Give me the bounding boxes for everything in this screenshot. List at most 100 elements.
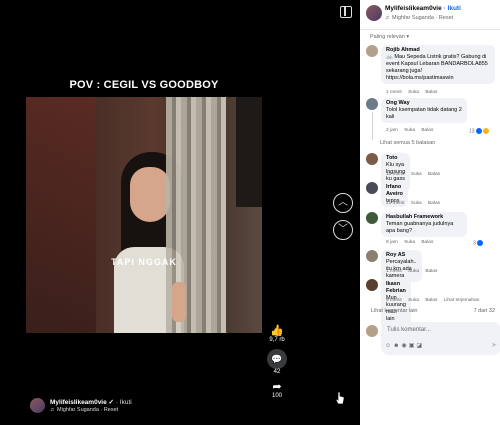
comment-time[interactable]: 9 jam: [386, 240, 398, 245]
comment-time[interactable]: 16 menit: [386, 172, 404, 177]
panel-music[interactable]: ♬ Mighfar Suganda · Reset: [385, 15, 453, 21]
haha-reaction-icon: [482, 128, 489, 134]
video-person-face: [130, 167, 170, 222]
video-scene-red-wall: [26, 97, 96, 333]
share-button[interactable]: ➦ 100: [262, 381, 292, 399]
comment-time[interactable]: 1 menit: [386, 90, 402, 95]
comment-bubble: Rojib Ahmad 🚲 Mau Sepeda Listrik gratis?…: [381, 45, 495, 84]
comment-time[interactable]: 21 menit: [386, 201, 404, 206]
comment-meta: 16 menit Suka Balas: [386, 172, 445, 177]
comment-like-link[interactable]: Suka: [408, 90, 419, 95]
comment-like-link[interactable]: Suka: [404, 240, 415, 245]
commenter-name[interactable]: Toto: [386, 155, 405, 162]
comment-meta: 1 menit Suka Balas: [386, 269, 442, 274]
comment-reply-link[interactable]: Balas: [421, 240, 433, 245]
reaction-summary[interactable]: 3: [473, 240, 483, 246]
comment-input[interactable]: Tulis komentar... ☺☻◉▣◪ ➤: [381, 322, 500, 355]
like-button[interactable]: 👍 9,7 rb: [262, 325, 292, 343]
current-user-avatar: [366, 325, 378, 337]
commenter-avatar[interactable]: [366, 212, 378, 224]
more-comments-link[interactable]: Lihat komentar lain: [371, 308, 417, 314]
comment-time[interactable]: 1 menit: [386, 269, 402, 274]
avatar-sticker-icon[interactable]: ☺: [385, 343, 393, 349]
previous-video-button[interactable]: ︿: [333, 193, 353, 213]
video-hand: [172, 282, 186, 322]
video-player[interactable]: [26, 97, 262, 333]
camera-icon[interactable]: ◉: [401, 343, 408, 349]
comment-bubble: Roy AS Percayalah.. itu krn ada kamera: [381, 250, 422, 282]
thread-line: [372, 112, 373, 140]
verified-icon: ✓: [108, 399, 114, 406]
commenter-avatar[interactable]: [366, 153, 378, 165]
follow-link[interactable]: · Ikuti: [116, 399, 132, 406]
commenter-name[interactable]: Ong Way: [386, 100, 462, 107]
comment-reply-link[interactable]: Balas: [425, 269, 437, 274]
share-count: 100: [271, 393, 282, 399]
commenter-name[interactable]: Roy AS: [386, 252, 417, 259]
video-pane: POV : CEGIL VS GOODBOY TAPI NGGAK ︿ ﹀ 👍 …: [0, 0, 360, 425]
thumbs-up-icon: 👍: [270, 325, 284, 337]
share-icon: ➦: [272, 381, 282, 393]
like-count: 9,7 rb: [269, 337, 285, 343]
comment-meta: 21 menit Suka Balas: [386, 201, 445, 206]
reaction-summary[interactable]: 13: [469, 128, 489, 134]
sticker-icon[interactable]: ◪: [416, 343, 424, 349]
commenter-name[interactable]: Ikasn Febrian: [386, 281, 406, 295]
commenter-avatar[interactable]: [366, 98, 378, 110]
author-avatar[interactable]: [30, 398, 45, 413]
comment-like-link[interactable]: Suka: [408, 269, 419, 274]
comment-button[interactable]: 💬 42: [262, 349, 292, 375]
mouse-pointer-icon: [335, 391, 345, 405]
comments-footer: Lihat komentar lain 7 dari 32: [371, 308, 495, 314]
video-title: POV : CEGIL VS GOODBOY: [69, 79, 219, 91]
commenter-name[interactable]: Rojib Ahmad: [386, 47, 490, 54]
comment-translate-link[interactable]: Lihat terjemahan: [444, 298, 480, 303]
comment-reply-link[interactable]: Balas: [428, 201, 440, 206]
commenter-name[interactable]: Irfano Aveiro: [386, 184, 403, 198]
comment-composer: Tulis komentar... ☺☻◉▣◪ ➤: [366, 322, 500, 355]
panel-author-name[interactable]: MylifeisIikeam0vie · Ikuti: [385, 5, 461, 12]
commenter-avatar[interactable]: [366, 45, 378, 57]
comment-like-link[interactable]: Suka: [411, 201, 422, 206]
comment-time[interactable]: 9 menit: [386, 298, 402, 303]
send-icon[interactable]: ➤: [491, 341, 497, 349]
next-video-button[interactable]: ﹀: [333, 220, 353, 240]
comment-input-placeholder: Tulis komentar...: [387, 327, 431, 333]
commenter-name[interactable]: Hasbullah Framework: [386, 214, 462, 221]
sort-dropdown[interactable]: Paling relevan: [370, 34, 409, 40]
comment-text: Tolol ksempatan tidak datang 2 kali: [386, 107, 462, 120]
composer-tools: ☺☻◉▣◪: [385, 342, 424, 349]
comment-like-link[interactable]: Suka: [404, 128, 415, 133]
comment-meta: 9 menit Suka Balas Lihat terjemahan: [386, 298, 484, 303]
comment-reply-link[interactable]: Balas: [425, 90, 437, 95]
side-actions: 👍 9,7 rb 💬 42 ➦ 100: [262, 325, 292, 405]
comment-like-link[interactable]: Suka: [408, 298, 419, 303]
comment-reply-link[interactable]: Balas: [421, 128, 433, 133]
commenter-avatar[interactable]: [366, 279, 378, 291]
author-name[interactable]: MylifeisIikeam0vie ✓ · Ikuti: [50, 398, 132, 406]
view-replies-link[interactable]: Lihat semua 5 balasan: [380, 140, 435, 146]
comment-meta: 9 jam Suka Balas: [386, 240, 438, 245]
comment-bubble: Ong Way Tolol ksempatan tidak datang 2 k…: [381, 98, 467, 123]
reaction-count: 3: [473, 240, 476, 247]
comment-icon: 💬: [267, 349, 287, 369]
author-name-text: MylifeisIikeam0vie: [50, 399, 107, 406]
comment-reply-link[interactable]: Balas: [428, 172, 440, 177]
comment-count-label: 7 dari 32: [473, 308, 495, 314]
comment-like-link[interactable]: Suka: [411, 172, 422, 177]
comment-reply-link[interactable]: Balas: [425, 298, 437, 303]
comment-count: 42: [273, 369, 281, 375]
author-music[interactable]: ♬ Mighfar Suganda · Reset: [50, 407, 118, 413]
comment-text: Teman guabnanya judulnya apa bang?: [386, 221, 454, 234]
commenter-avatar[interactable]: [366, 250, 378, 262]
comment-time[interactable]: 2 jam: [386, 128, 398, 133]
comment-text: 🚲 Mau Sepeda Listrik gratis? Gabung di e…: [386, 54, 488, 81]
video-arm: [236, 97, 262, 207]
panel-follow-link[interactable]: · Ikuti: [444, 5, 461, 12]
panel-author-avatar[interactable]: [366, 5, 382, 21]
collapse-panel-icon[interactable]: [340, 6, 352, 18]
video-overlay-text: TAPI NGGAK: [111, 257, 177, 267]
comment-meta: 2 jam Suka Balas: [386, 128, 438, 133]
commenter-avatar[interactable]: [366, 182, 378, 194]
comment-meta: 1 menit Suka Balas: [386, 90, 442, 95]
